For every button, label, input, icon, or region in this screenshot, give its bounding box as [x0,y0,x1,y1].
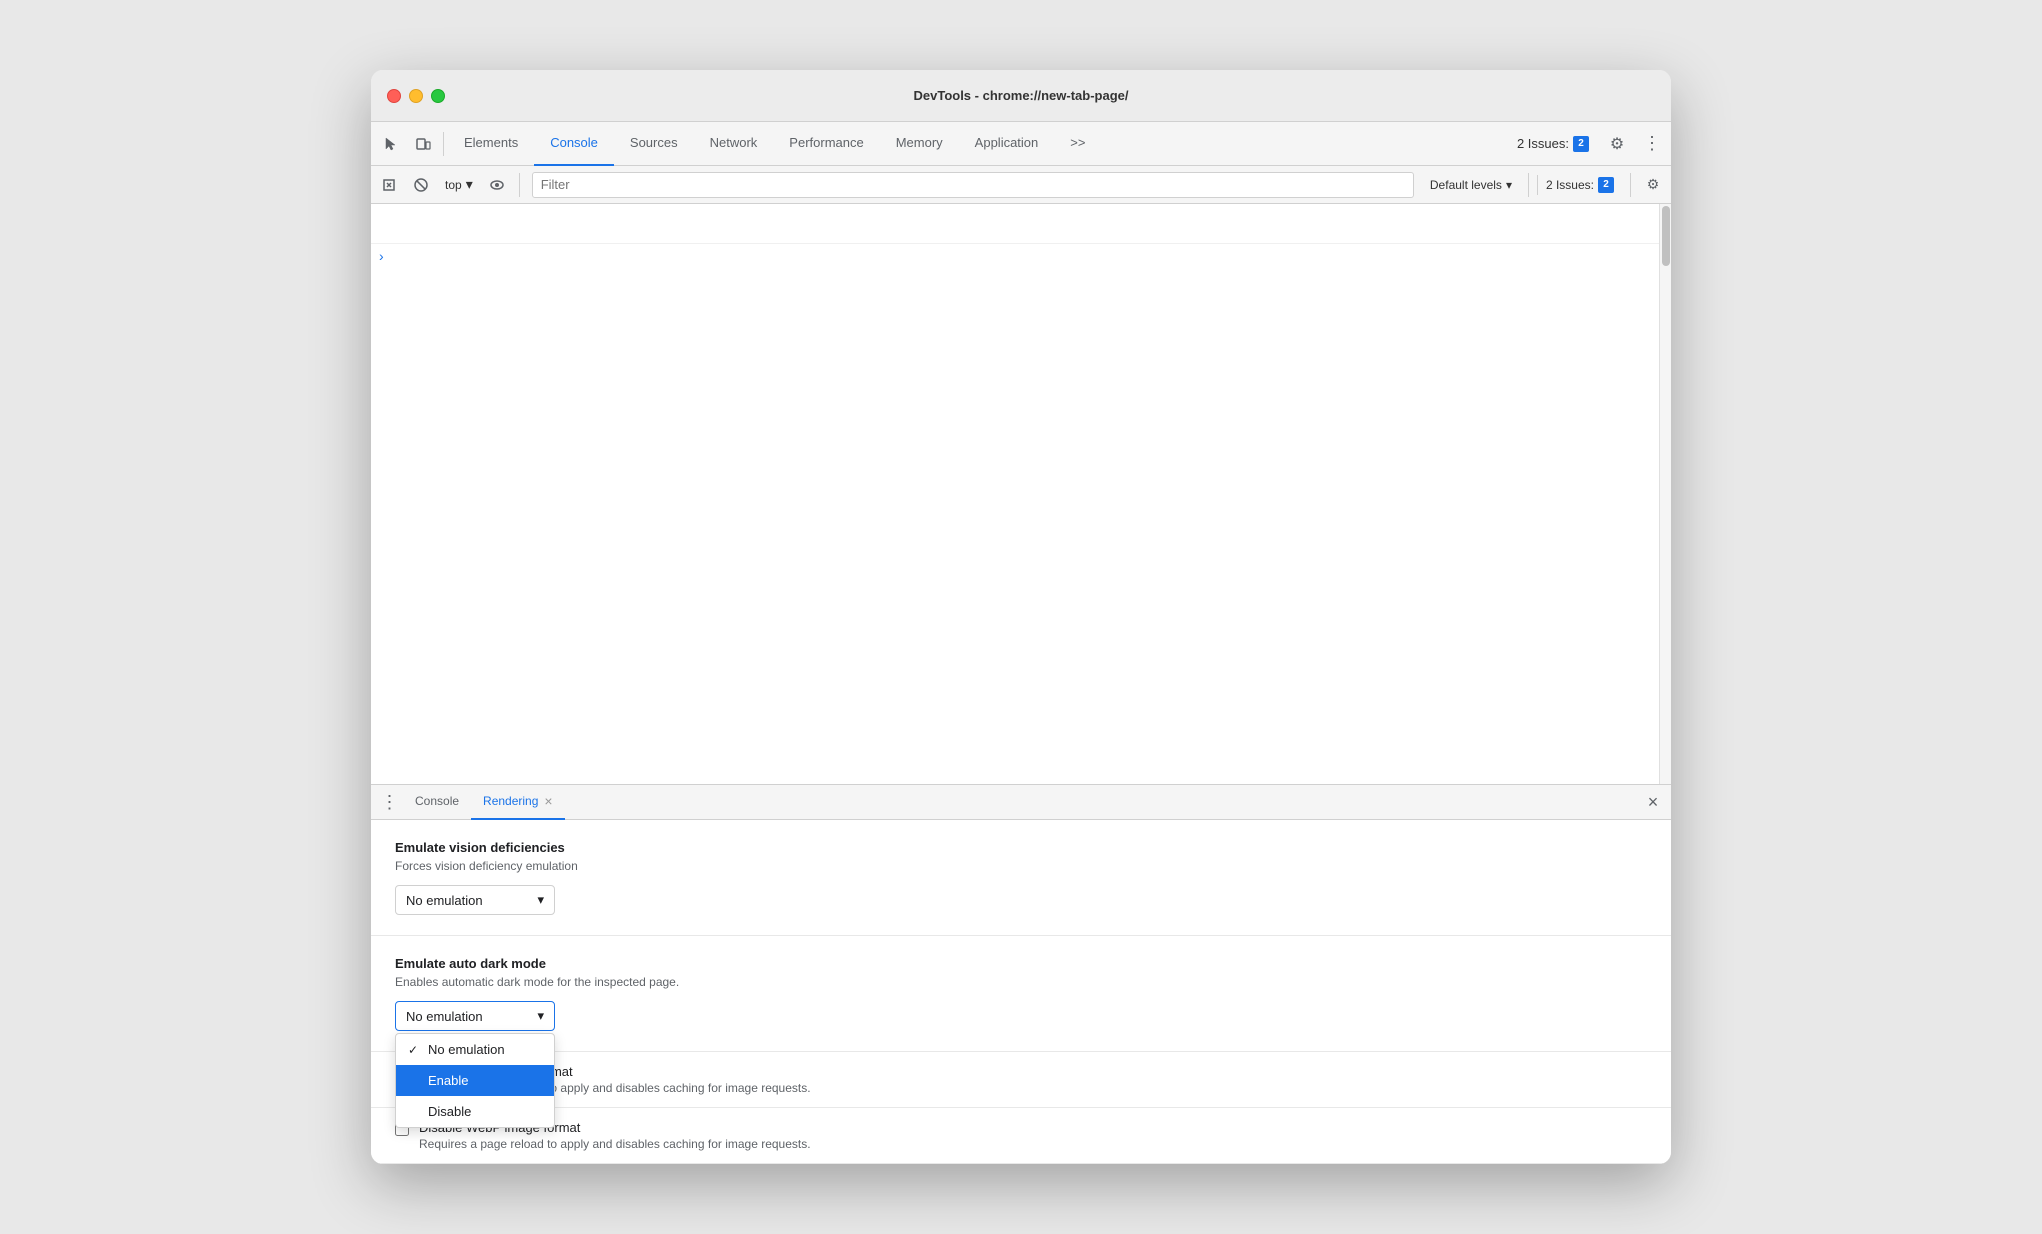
auto-dark-mode-section: Emulate auto dark mode Enables automatic… [371,936,1671,1052]
settings-icon[interactable]: ⚙ [1601,128,1633,160]
traffic-lights [387,89,445,103]
tab-sources[interactable]: Sources [614,122,694,166]
issues-label: 2 Issues: [1517,136,1569,151]
console-content[interactable]: › [371,204,1659,784]
maximize-button[interactable] [431,89,445,103]
scrollbar-thumb[interactable] [1662,206,1670,266]
avif-section: Disable AVIF image format Requires a pag… [371,1052,1671,1108]
drawer-more-icon[interactable]: ⋮ [375,788,403,816]
tab-application[interactable]: Application [959,122,1055,166]
levels-chevron-icon: ▾ [1506,178,1512,192]
device-toolbar-icon[interactable] [407,128,439,160]
eye-icon[interactable] [483,171,511,199]
vision-dropdown-chevron-icon: ▾ [537,892,544,908]
auto-dark-mode-dropdown[interactable]: No emulation ▾ [395,1001,555,1031]
devtools-window: DevTools - chrome://new-tab-page/ Elemen… [371,70,1671,1164]
checkmark-icon: ✓ [408,1043,422,1057]
tab-elements[interactable]: Elements [448,122,534,166]
issues-button[interactable]: 2 Issues: 2 [1507,132,1599,156]
tab-performance[interactable]: Performance [773,122,879,166]
prompt-chevron-icon: › [379,248,384,264]
auto-dark-mode-desc: Enables automatic dark mode for the insp… [395,975,1647,989]
drawer-tab-console[interactable]: Console [403,784,471,820]
tab-console[interactable]: Console [534,122,614,166]
close-button[interactable] [387,89,401,103]
drawer-close-button[interactable]: × [1639,788,1667,816]
issues-count-area[interactable]: 2 Issues: 2 [1537,175,1622,195]
dropdown-option-no-emulation[interactable]: ✓ No emulation [396,1034,554,1065]
cursor-icon[interactable] [375,128,407,160]
vision-deficiencies-section: Emulate vision deficiencies Forces visio… [371,820,1671,936]
tab-memory[interactable]: Memory [880,122,959,166]
drawer: ⋮ Console Rendering × × Emulate vision d… [371,784,1671,1164]
filter-divider [519,173,520,197]
main-area: › [371,204,1671,784]
drawer-tab-rendering[interactable]: Rendering × [471,784,565,820]
console-toolbar: top ▾ Default levels ▾ 2 Issues: 2 ⚙ [371,166,1671,204]
minimize-button[interactable] [409,89,423,103]
auto-dark-mode-title: Emulate auto dark mode [395,956,1647,971]
toolbar-tabs: Elements Console Sources Network Perform… [448,122,1507,166]
filter-input[interactable] [532,172,1414,198]
dark-mode-dropdown-chevron-icon: ▾ [537,1008,544,1024]
issues-divider [1630,173,1631,197]
block-icon[interactable] [407,171,435,199]
vision-deficiencies-title: Emulate vision deficiencies [395,840,1647,855]
title-bar: DevTools - chrome://new-tab-page/ [371,70,1671,122]
main-toolbar: Elements Console Sources Network Perform… [371,122,1671,166]
toolbar-right: 2 Issues: 2 ⚙ ⋮ [1507,128,1667,160]
levels-selector[interactable]: Default levels ▾ [1422,176,1520,194]
console-issues-badge: 2 [1598,177,1614,193]
dropdown-option-enable[interactable]: Enable [396,1065,554,1096]
customize-icon[interactable]: ⋮ [1635,128,1667,160]
tab-network[interactable]: Network [694,122,774,166]
webp-section: Disable WebP image format Requires a pag… [371,1108,1671,1164]
vision-deficiencies-dropdown[interactable]: No emulation ▾ [395,885,555,915]
console-settings-icon[interactable]: ⚙ [1639,171,1667,199]
toolbar-divider-1 [443,132,444,156]
context-chevron-icon: ▾ [466,176,473,193]
auto-dark-mode-dropdown-container: No emulation ▾ ✓ No emulation Enable [395,1001,1647,1031]
drawer-tab-close-icon[interactable]: × [544,793,552,809]
window-title: DevTools - chrome://new-tab-page/ [913,88,1128,103]
scrollbar-track[interactable] [1659,204,1671,784]
console-output [371,204,1659,244]
auto-dark-mode-menu: ✓ No emulation Enable Disable [395,1033,555,1128]
issues-badge-icon: 2 [1573,136,1589,152]
tab-more[interactable]: >> [1054,122,1101,166]
drawer-tabs-bar: ⋮ Console Rendering × × [371,784,1671,820]
rendering-panel: Emulate vision deficiencies Forces visio… [371,820,1671,1164]
vision-deficiencies-desc: Forces vision deficiency emulation [395,859,1647,873]
dropdown-option-disable[interactable]: Disable [396,1096,554,1127]
clear-console-icon[interactable] [375,171,403,199]
console-prompt: › [371,244,1659,268]
context-label: top [445,178,462,192]
levels-divider [1528,173,1529,197]
context-selector[interactable]: top ▾ [439,174,479,195]
